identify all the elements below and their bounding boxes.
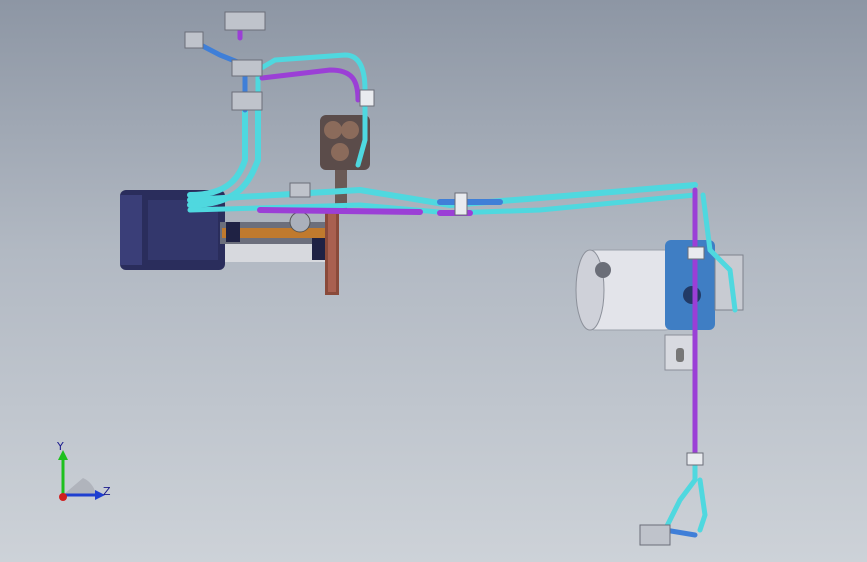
pipe-top-loop-purple bbox=[259, 67, 361, 103]
clamp-1 bbox=[454, 192, 468, 216]
pipe-trunk-1 bbox=[187, 107, 248, 198]
cad-model-scene[interactable] bbox=[0, 0, 867, 562]
orientation-triad[interactable]: Y Z bbox=[48, 440, 118, 510]
pump-terminal bbox=[595, 262, 611, 278]
triad-plane bbox=[63, 478, 96, 495]
fitting-block-4 bbox=[184, 31, 204, 49]
pump-side-block bbox=[714, 254, 744, 311]
clamp-4 bbox=[687, 246, 705, 260]
y-axis-label: Y bbox=[57, 440, 64, 453]
clamp-3 bbox=[359, 89, 375, 107]
mounting-flange-face bbox=[328, 212, 336, 292]
left-motor-endcap bbox=[120, 195, 142, 265]
fitting-block-1 bbox=[231, 91, 263, 111]
pipe-top-loop-cyan bbox=[255, 52, 368, 113]
fitting-block-2 bbox=[231, 59, 263, 77]
fitting-block-3 bbox=[224, 11, 266, 31]
fitting-block-5 bbox=[289, 182, 311, 198]
clamp-2 bbox=[686, 452, 704, 466]
shaft-cover bbox=[225, 244, 325, 262]
pump-endcap bbox=[575, 249, 605, 331]
pipe-purple-main bbox=[257, 207, 423, 215]
graphics-viewport[interactable]: Y Z bbox=[0, 0, 867, 562]
valve-port-3 bbox=[331, 143, 349, 161]
x-axis-dot bbox=[59, 493, 67, 501]
pump-hub bbox=[683, 286, 701, 304]
pump-mount-slot bbox=[676, 348, 684, 362]
connector-block-2 bbox=[312, 238, 326, 260]
valve-port-2 bbox=[341, 121, 359, 139]
end-connector bbox=[639, 524, 671, 546]
z-axis-label: Z bbox=[103, 485, 111, 498]
shaft-coupling bbox=[289, 211, 311, 233]
valve-port-1 bbox=[324, 121, 342, 139]
pipe-bottom-cyan-2 bbox=[697, 477, 708, 533]
connector-block bbox=[226, 222, 240, 242]
pipe-bottom-cyan-1 bbox=[662, 457, 698, 533]
